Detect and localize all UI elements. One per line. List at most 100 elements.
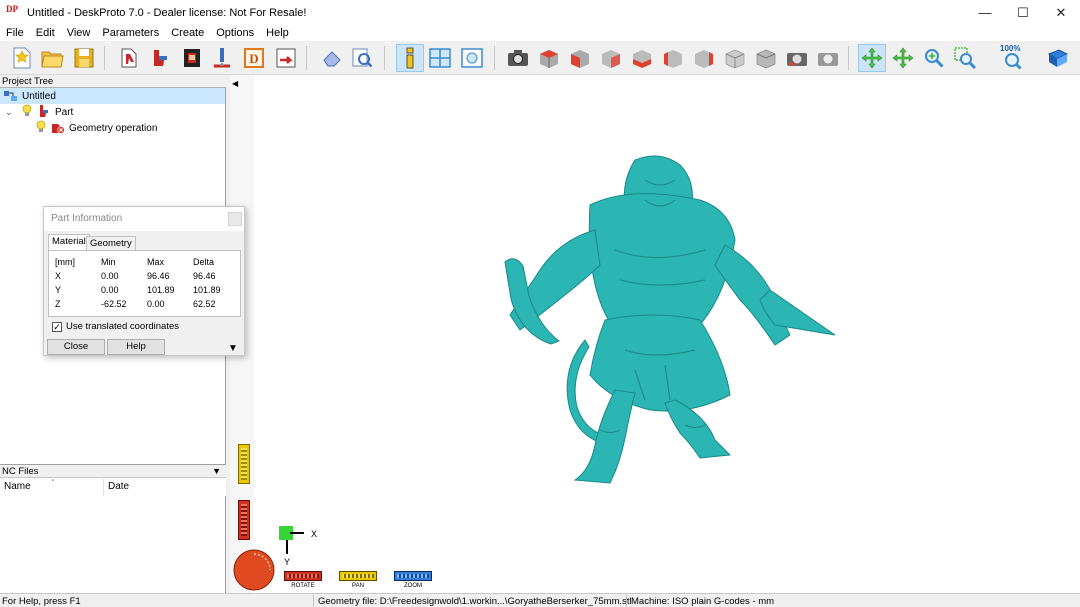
eraser-icon[interactable] — [318, 44, 346, 72]
app-icon[interactable]: DP — [6, 4, 22, 21]
view-left-icon[interactable] — [628, 44, 656, 72]
tree-item-untitled[interactable]: Untitled — [0, 88, 225, 104]
view-front-icon[interactable] — [566, 44, 594, 72]
preview-icon[interactable] — [458, 44, 486, 72]
toolbar: D 100% — [0, 41, 1080, 75]
collapse-arrow-icon[interactable]: ◀ — [232, 79, 238, 88]
zoom-window-icon[interactable] — [951, 44, 979, 72]
dialog-close-icon[interactable] — [228, 212, 242, 226]
part-icon — [37, 104, 51, 121]
save-icon[interactable] — [70, 44, 98, 72]
rotate-bar-icon[interactable] — [284, 571, 322, 581]
table-cell: Z — [55, 299, 61, 309]
status-separator — [626, 595, 627, 607]
geometry-operation-icon — [51, 120, 65, 137]
lightbulb-icon[interactable] — [35, 120, 49, 137]
table-cell: 101.89 — [193, 285, 221, 295]
window-title: Untitled - DeskProto 7.0 - Dealer licens… — [27, 6, 307, 19]
zoom-label: ZOOM — [404, 583, 422, 589]
tree-item-label: Part — [55, 106, 74, 118]
table-cell: 101.89 — [147, 285, 175, 295]
tab-geometry[interactable]: Geometry — [86, 236, 136, 251]
rotate-dial-icon[interactable] — [232, 548, 276, 592]
close-dialog-button[interactable]: Close — [47, 339, 105, 355]
use-translated-coordinates-row[interactable]: ✓ Use translated coordinates — [52, 321, 179, 332]
status-bar: For Help, press F1 Geometry file: D:\Fre… — [0, 593, 1080, 607]
status-separator — [313, 595, 314, 607]
lightbulb-icon[interactable] — [21, 104, 35, 121]
dialog-title[interactable]: Part Information — [44, 207, 244, 231]
new-project-icon[interactable] — [8, 44, 36, 72]
deskproto-window: DP Untitled - DeskProto 7.0 - Dealer lic… — [0, 0, 1080, 607]
tree-item-label: Geometry operation — [69, 122, 158, 134]
maximize-button[interactable]: ☐ — [1004, 0, 1042, 25]
minimize-button[interactable]: — — [966, 0, 1004, 25]
table-cell: 62.52 — [193, 299, 216, 309]
menu-help[interactable]: Help — [260, 27, 295, 39]
view-box-icon[interactable] — [752, 44, 780, 72]
table-cell: Y — [55, 285, 62, 295]
nc-files-header[interactable]: NC Files ▼ — [0, 464, 226, 478]
pan-slider-icon[interactable] — [238, 444, 250, 484]
info-icon[interactable] — [396, 44, 424, 72]
simulate-icon[interactable] — [348, 44, 376, 72]
part-icon[interactable] — [146, 44, 174, 72]
close-button[interactable]: ✕ — [1042, 0, 1080, 25]
help-button[interactable]: Help — [107, 339, 165, 355]
y-axis-line — [286, 540, 288, 554]
axis-label-y: Y — [284, 557, 291, 567]
rotate-view-icon[interactable] — [858, 44, 886, 72]
view-bottom-icon[interactable] — [721, 44, 749, 72]
table-cell: 0.00 — [101, 285, 119, 295]
menu-parameters[interactable]: Parameters — [96, 27, 165, 39]
part-info-table: [mm] Min Max Delta X 0.00 96.46 96.46 Y … — [48, 250, 241, 317]
book-help-icon[interactable] — [1044, 44, 1072, 72]
toolbar-separator — [306, 46, 307, 70]
table-cell: 96.46 — [147, 271, 170, 281]
view-top-icon[interactable] — [690, 44, 718, 72]
part-parameters-icon[interactable] — [116, 44, 144, 72]
operation-parameters-icon[interactable] — [178, 44, 206, 72]
tree-item-part[interactable]: ⌄ Part — [0, 104, 73, 120]
open-folder-icon[interactable] — [38, 44, 66, 72]
x-axis-line — [290, 532, 304, 534]
camera-reset-icon[interactable] — [814, 44, 842, 72]
camera-icon[interactable] — [504, 44, 532, 72]
checkbox-label: Use translated coordinates — [66, 321, 180, 332]
save-nc-icon[interactable] — [272, 44, 300, 72]
toolpath-icon[interactable] — [208, 44, 236, 72]
dropdown-arrow-icon[interactable]: ▼ — [212, 465, 221, 478]
expand-down-icon[interactable]: ▼ — [228, 343, 238, 354]
menu-bar: File Edit View Parameters Create Options… — [0, 25, 1080, 41]
camera-rotate-icon[interactable] — [783, 44, 811, 72]
zoom-bar-icon[interactable] — [394, 571, 432, 581]
layout-icon[interactable] — [426, 44, 454, 72]
menu-create[interactable]: Create — [165, 27, 210, 39]
menu-file[interactable]: File — [0, 27, 30, 39]
pan-bar-icon[interactable] — [339, 571, 377, 581]
chevron-down-icon[interactable]: ⌄ — [5, 107, 17, 118]
part-information-dialog: Part Information Material Geometry [mm] … — [43, 206, 245, 356]
menu-options[interactable]: Options — [210, 27, 260, 39]
pan-label: PAN — [352, 583, 364, 589]
table-cell: 0.00 — [101, 271, 119, 281]
use-translated-coordinates-checkbox[interactable]: ✓ — [52, 321, 62, 332]
table-header-min: Min — [101, 257, 116, 267]
pan-view-icon[interactable] — [889, 44, 917, 72]
status-help-text: For Help, press F1 — [2, 596, 81, 607]
rotate-slider-icon[interactable] — [238, 500, 250, 540]
view-iso-icon[interactable] — [535, 44, 563, 72]
menu-view[interactable]: View — [61, 27, 97, 39]
column-header-date[interactable]: Date — [104, 478, 224, 496]
view-right-icon[interactable] — [659, 44, 687, 72]
nc-files-title: NC Files — [2, 466, 39, 477]
zoom-in-icon[interactable] — [920, 44, 948, 72]
project-parameters-icon[interactable]: D — [240, 44, 268, 72]
menu-edit[interactable]: Edit — [30, 27, 61, 39]
table-header-delta: Delta — [193, 257, 215, 267]
tree-item-geometry-operation[interactable]: Geometry operation — [0, 120, 157, 136]
3d-model-figure[interactable] — [495, 150, 840, 490]
view-back-icon[interactable] — [597, 44, 625, 72]
project-tree-header: Project Tree — [0, 75, 226, 88]
axis-label-x: X — [311, 529, 318, 539]
